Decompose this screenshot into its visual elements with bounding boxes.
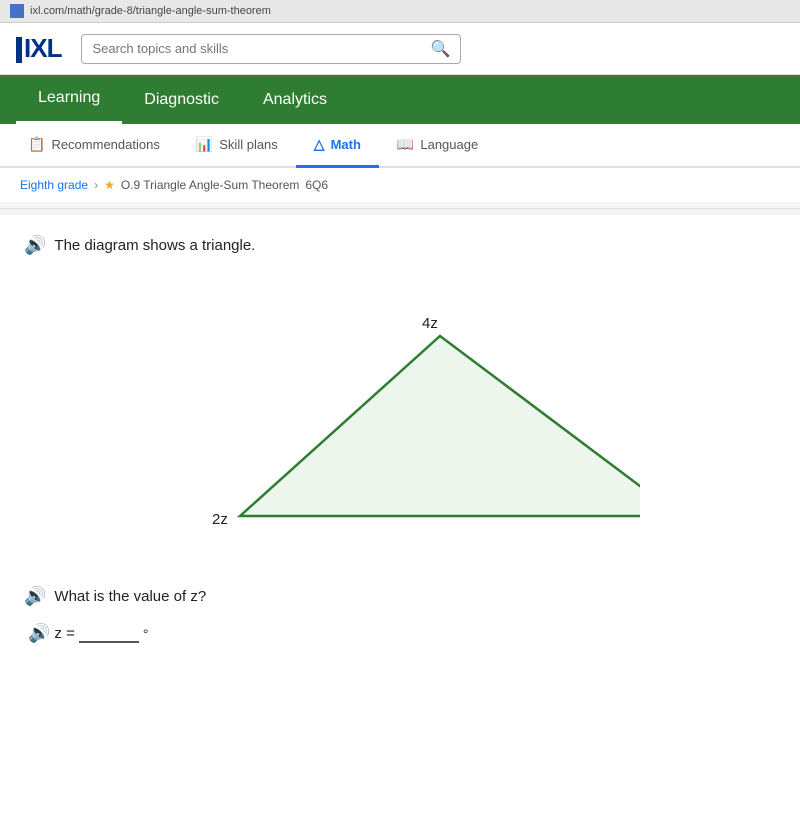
breadcrumb-chevron: › (94, 178, 98, 192)
math-icon: △ (314, 136, 325, 153)
question1-text: The diagram shows a triangle. (54, 237, 255, 254)
browser-bar: ixl.com/math/grade-8/triangle-angle-sum-… (0, 0, 800, 23)
language-icon: 📖 (397, 136, 414, 153)
degree-symbol: ° (143, 626, 149, 642)
nav-bar: Learning Diagnostic Analytics (0, 75, 800, 124)
skill-plans-icon: 📊 (196, 136, 213, 153)
triangle-polygon (240, 336, 640, 516)
divider (0, 208, 800, 209)
tab-bar: 📋 Recommendations 📊 Skill plans △ Math 📖… (0, 124, 800, 168)
favicon (10, 4, 24, 18)
recommendations-icon: 📋 (28, 136, 45, 153)
angle-top-label: 4z (422, 315, 438, 332)
breadcrumb: Eighth grade › ★ O.9 Triangle Angle-Sum … (0, 168, 800, 202)
nav-item-diagnostic[interactable]: Diagnostic (122, 77, 241, 123)
breadcrumb-parent[interactable]: Eighth grade (20, 178, 88, 192)
ixl-logo[interactable]: IXL (16, 33, 61, 64)
breadcrumb-code: 6Q6 (305, 178, 328, 192)
answer-row: 🔊 z = ° (24, 623, 776, 644)
tab-recommendations[interactable]: 📋 Recommendations (10, 124, 178, 168)
nav-item-learning[interactable]: Learning (16, 75, 122, 124)
main-content: 🔊 The diagram shows a triangle. 4z 2z 42… (0, 215, 800, 820)
tab-skill-plans[interactable]: 📊 Skill plans (178, 124, 296, 168)
question1: 🔊 The diagram shows a triangle. (24, 235, 776, 256)
search-input[interactable] (92, 41, 422, 56)
url-text: ixl.com/math/grade-8/triangle-angle-sum-… (30, 5, 271, 17)
tab-language[interactable]: 📖 Language (379, 124, 496, 168)
audio-icon-2[interactable]: 🔊 (24, 586, 46, 607)
breadcrumb-current: O.9 Triangle Angle-Sum Theorem (121, 178, 300, 192)
question2: 🔊 What is the value of z? (24, 586, 776, 607)
tab-math[interactable]: △ Math (296, 124, 379, 168)
search-icon: 🔍 (431, 39, 451, 59)
nav-item-analytics[interactable]: Analytics (241, 77, 349, 123)
triangle-svg: 4z 2z 42° (160, 276, 640, 556)
question2-text: What is the value of z? (54, 588, 206, 605)
header: IXL 🔍 (0, 23, 800, 75)
search-box[interactable]: 🔍 (81, 34, 461, 64)
triangle-diagram: 4z 2z 42° (24, 276, 776, 556)
answer-label: z = (54, 625, 74, 642)
audio-icon-3[interactable]: 🔊 (28, 623, 50, 644)
answer-input[interactable] (79, 624, 139, 643)
breadcrumb-star: ★ (104, 178, 115, 192)
audio-icon-1[interactable]: 🔊 (24, 235, 46, 256)
angle-left-label: 2z (212, 511, 228, 528)
